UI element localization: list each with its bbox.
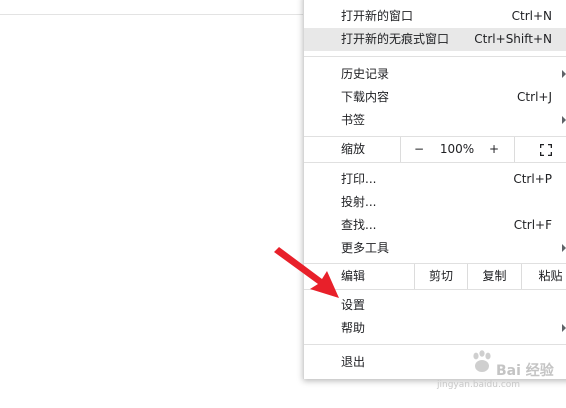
paw-logo-icon: [473, 350, 491, 372]
watermark-brand: Bai 经验: [496, 363, 554, 379]
watermark-url: jingyan.baidu.com: [437, 380, 521, 390]
watermark: Bai 经验 jingyan.baidu.com: [437, 344, 560, 400]
screen: 打开新的窗口 Ctrl+N 打开新的无痕式窗口 Ctrl+Shift+N 历史记…: [0, 0, 566, 408]
